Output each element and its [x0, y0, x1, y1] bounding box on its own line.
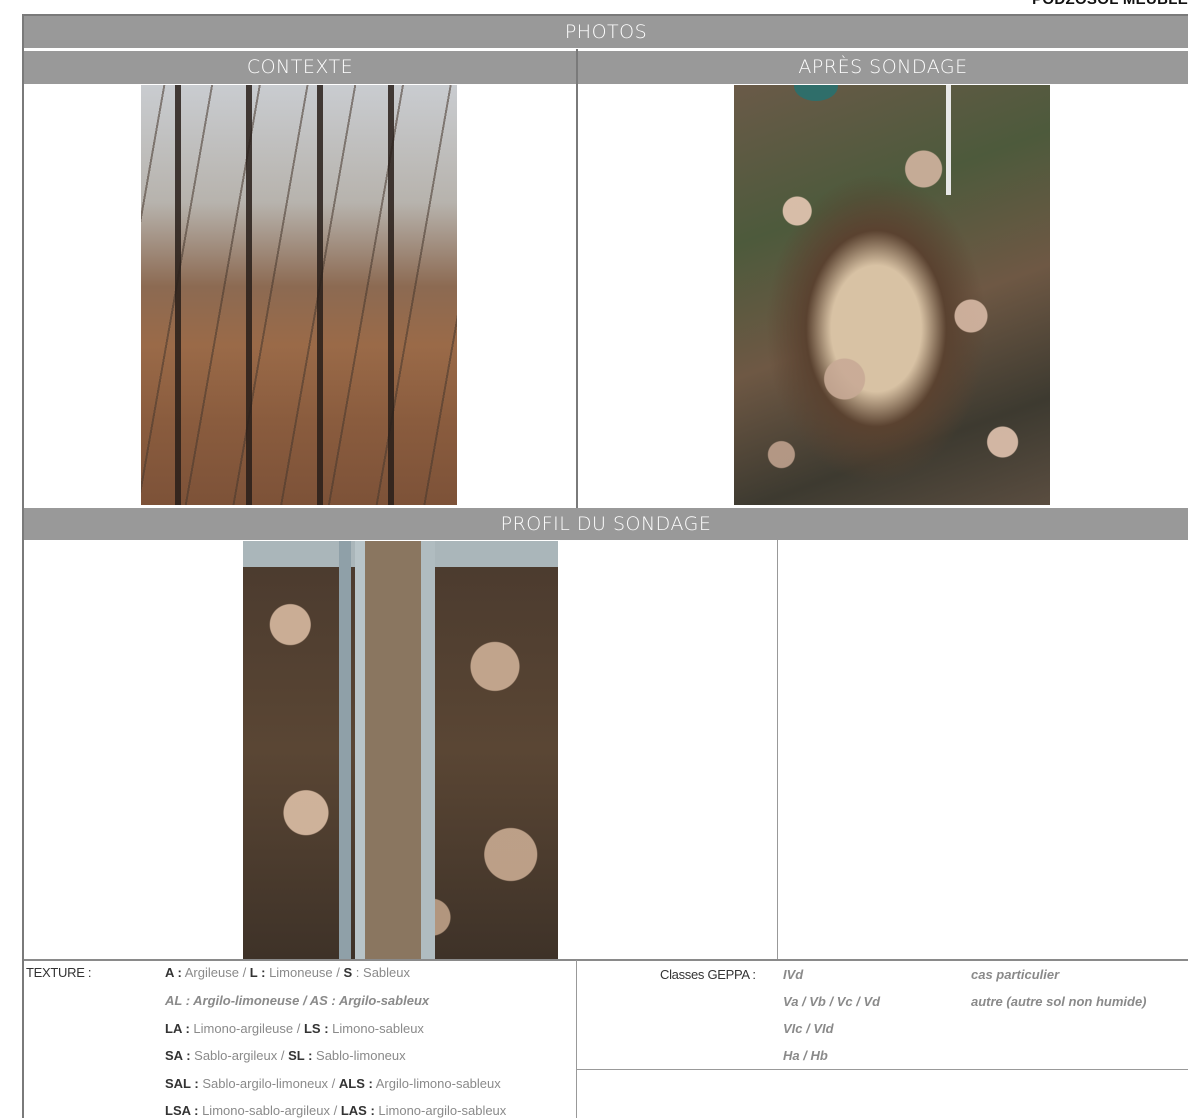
context-header: CONTEXTE [24, 51, 576, 84]
context-photo [141, 85, 457, 505]
photo-divider [576, 49, 578, 508]
photos-header-label: PHOTOS [564, 21, 648, 43]
texture-row-3: LA : Limono-argileuse / LS : Limono-sabl… [165, 1021, 424, 1036]
photos-header: PHOTOS [24, 16, 1188, 48]
texture-row-2: AL : Argilo-limoneuse / AS : Argilo-sabl… [165, 993, 430, 1008]
geppa-class-2: Va / Vb / Vc / Vd [783, 994, 881, 1009]
geppa-class-1: IVd [783, 967, 804, 982]
after-sondage-photo [734, 85, 1050, 505]
profile-header: PROFIL DU SONDAGE [24, 508, 1188, 540]
profile-divider [777, 540, 778, 961]
after-header: APRÈS SONDAGE [578, 51, 1188, 84]
texture-row-4: SA : Sablo-argileux / SL : Sablo-limoneu… [165, 1048, 406, 1063]
geppa-bottom-line [577, 1069, 1188, 1070]
texture-row-1: A : Argileuse / L : Limoneuse / S : Sabl… [165, 965, 411, 980]
profile-header-label: PROFIL DU SONDAGE [500, 513, 712, 535]
geppa-note-1: cas particulier [971, 967, 1060, 982]
stick [946, 85, 951, 195]
texture-label: TEXTURE : [26, 965, 92, 980]
geppa-class-3: VIc / VId [783, 1021, 834, 1036]
geppa-class-4: Ha / Hb [783, 1048, 828, 1063]
document-title: PODZOSOL MEUBLE [960, 0, 1188, 8]
legend-top-line [24, 959, 1188, 961]
context-header-label: CONTEXTE [246, 56, 354, 78]
texture-row-6: LSA : Limono-sablo-argileux / LAS : Limo… [165, 1103, 507, 1118]
geppa-note-2: autre (autre sol non humide) [971, 994, 1147, 1009]
profile-photo [243, 541, 558, 959]
texture-row-5: SAL : Sablo-argilo-limoneux / ALS : Argi… [165, 1076, 501, 1091]
marker-cap [794, 85, 838, 101]
legend-divider [576, 960, 577, 1118]
after-header-label: APRÈS SONDAGE [798, 56, 968, 78]
geppa-label: Classes GEPPA : [660, 967, 756, 982]
